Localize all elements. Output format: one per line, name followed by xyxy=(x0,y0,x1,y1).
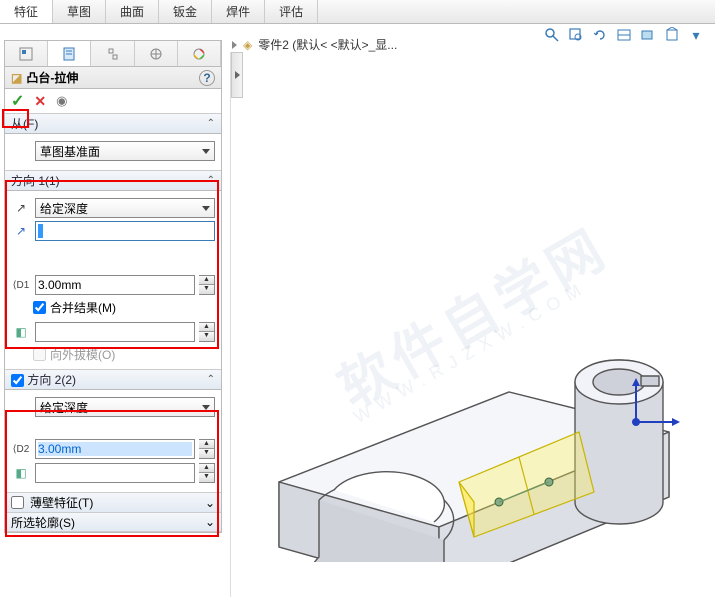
graphics-viewport[interactable]: 软件自学网 WWW.RJZXW.COM xyxy=(230,52,711,597)
extrude-icon: ◪ xyxy=(11,71,22,85)
tab-sheetmetal[interactable]: 钣金 xyxy=(159,0,212,23)
collapse-icon[interactable]: ⌃ xyxy=(207,374,215,385)
undo-view-icon[interactable] xyxy=(591,26,609,44)
dir2-draft-spinner[interactable]: ▲▼ xyxy=(199,463,215,483)
merge-result-checkbox[interactable]: 合并结果(M) xyxy=(33,299,215,316)
property-manager-tab[interactable] xyxy=(48,41,91,66)
breadcrumb: ◈ 零件2 (默认< <默认>_显... xyxy=(232,36,397,53)
part-icon: ◈ xyxy=(243,38,252,52)
chevron-down-icon xyxy=(202,206,210,211)
draft-label: 向外拔模(O) xyxy=(50,346,115,363)
model-preview xyxy=(249,202,689,562)
expand-icon[interactable]: ⌄ xyxy=(205,515,215,529)
cancel-button[interactable]: ✕ xyxy=(34,93,46,110)
section-from: 从(F) ⌃ 草图基准面 xyxy=(5,113,221,170)
from-label: 从(F) xyxy=(11,115,38,132)
feature-title: 凸台-拉伸 xyxy=(26,69,78,86)
tab-surface[interactable]: 曲面 xyxy=(106,0,159,23)
dir2-depth-input[interactable] xyxy=(35,439,195,459)
depth-d2-icon: ⟨D2 xyxy=(11,444,31,455)
tab-evaluate[interactable]: 评估 xyxy=(265,0,318,23)
section-header-dir1[interactable]: 方向 1(1) ⌃ xyxy=(5,171,221,191)
dir2-depth-spinner[interactable]: ▲▼ xyxy=(199,439,215,459)
view-orientation-icon[interactable] xyxy=(663,26,681,44)
zoom-fit-icon[interactable] xyxy=(543,26,561,44)
draft-icon[interactable]: ◧ xyxy=(11,466,31,480)
chevron-down-icon xyxy=(202,149,210,154)
dir1-label: 方向 1(1) xyxy=(11,172,60,189)
help-icon[interactable]: ? xyxy=(199,70,215,86)
view-toolbar: ▾ xyxy=(543,26,705,44)
section-contours[interactable]: 所选轮廓(S) ⌄ xyxy=(5,512,221,532)
thin-feature-checkbox[interactable] xyxy=(11,496,24,509)
dir1-depth-spinner[interactable]: ▲▼ xyxy=(199,275,215,295)
section-direction-1: 方向 1(1) ⌃ ↗ 给定深度 ↗ ⟨D1 ▲▼ xyxy=(5,170,221,369)
collapse-icon[interactable]: ⌃ xyxy=(207,118,215,129)
expand-icon[interactable] xyxy=(232,41,237,49)
direction-vector-icon[interactable]: ↗ xyxy=(11,224,31,238)
configuration-manager-tab[interactable] xyxy=(91,41,134,66)
contours-label: 所选轮廓(S) xyxy=(11,514,75,531)
dir1-depth-input[interactable] xyxy=(35,275,195,295)
collapse-icon[interactable]: ⌃ xyxy=(207,175,215,186)
dir1-draft-spinner[interactable]: ▲▼ xyxy=(199,322,215,342)
section-header-dir2[interactable]: 方向 2(2) ⌃ xyxy=(5,370,221,390)
flyout-toggle[interactable] xyxy=(231,52,243,98)
dir2-method-dropdown[interactable]: 给定深度 xyxy=(35,397,215,417)
thin-label: 薄壁特征(T) xyxy=(30,494,93,511)
manager-tabs xyxy=(5,41,221,67)
dir2-method-value: 给定深度 xyxy=(40,399,88,416)
zoom-area-icon[interactable] xyxy=(567,26,585,44)
command-manager-tabs: 特征 草图 曲面 钣金 焊件 评估 xyxy=(0,0,715,24)
dir1-draft-input[interactable] xyxy=(35,322,195,342)
dir2-draft-input[interactable] xyxy=(35,463,195,483)
section-view-icon[interactable] xyxy=(615,26,633,44)
from-value: 草图基准面 xyxy=(40,143,100,160)
tab-sketch[interactable]: 草图 xyxy=(53,0,106,23)
merge-label: 合并结果(M) xyxy=(50,299,116,316)
dir1-vector-input[interactable] xyxy=(35,221,215,241)
chevron-down-icon[interactable]: ▾ xyxy=(687,26,705,44)
section-direction-2: 方向 2(2) ⌃ 给定深度 ⟨D2 ▲▼ ◧ ▲▼ xyxy=(5,369,221,492)
from-dropdown[interactable]: 草图基准面 xyxy=(35,141,215,161)
dir1-method-dropdown[interactable]: 给定深度 xyxy=(35,198,215,218)
tab-feature[interactable]: 特征 xyxy=(0,0,53,23)
dimxpert-tab[interactable] xyxy=(135,41,178,66)
confirmation-row: ✓ ✕ ◉ xyxy=(5,89,221,113)
section-header-from[interactable]: 从(F) ⌃ xyxy=(5,114,221,134)
feature-title-bar: ◪ 凸台-拉伸 ? xyxy=(5,67,221,89)
dir2-label: 方向 2(2) xyxy=(27,373,76,387)
preview-icon[interactable]: ◉ xyxy=(56,93,67,109)
dir1-method-value: 给定深度 xyxy=(40,200,88,217)
expand-icon[interactable]: ⌄ xyxy=(205,496,215,510)
property-manager: ◪ 凸台-拉伸 ? ✓ ✕ ◉ 从(F) ⌃ 草图基准面 方向 1(1) xyxy=(4,40,222,533)
dir2-enable-checkbox[interactable] xyxy=(11,374,24,387)
section-thin-feature[interactable]: 薄壁特征(T) ⌄ xyxy=(5,492,221,512)
reverse-direction-icon[interactable]: ↗ xyxy=(11,201,31,215)
depth-d1-icon: ⟨D1 xyxy=(11,280,31,291)
tab-weldment[interactable]: 焊件 xyxy=(212,0,265,23)
draft-icon[interactable]: ◧ xyxy=(11,325,31,339)
render-tab[interactable] xyxy=(178,41,221,66)
draft-outward-checkbox[interactable]: 向外拔模(O) xyxy=(33,346,215,363)
chevron-down-icon xyxy=(202,405,210,410)
display-style-icon[interactable] xyxy=(639,26,657,44)
feature-manager-tab[interactable] xyxy=(5,41,48,66)
breadcrumb-text[interactable]: 零件2 (默认< <默认>_显... xyxy=(258,36,397,53)
ok-button[interactable]: ✓ xyxy=(11,91,24,111)
